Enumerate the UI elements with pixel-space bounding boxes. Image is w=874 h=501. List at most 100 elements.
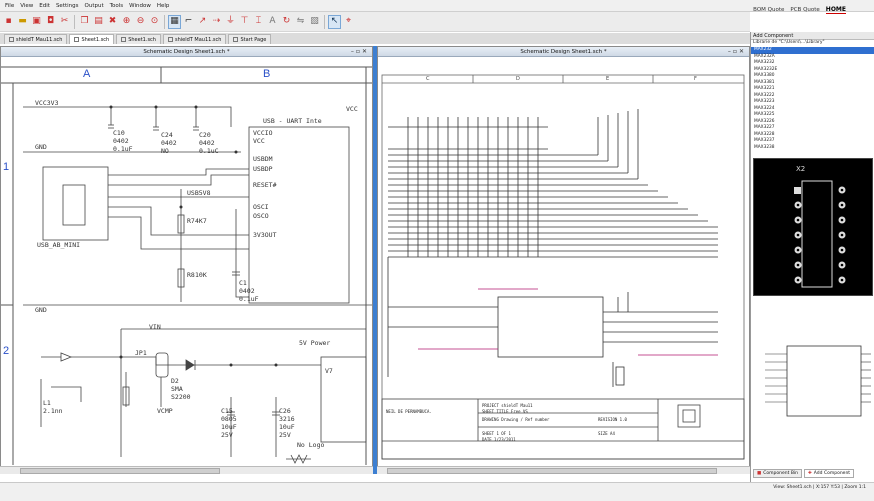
section-title: 5V Power (299, 339, 331, 347)
net-label: VCMP (157, 407, 173, 415)
bin-icon: ■ (757, 470, 762, 476)
new-file-icon[interactable]: ▪ (2, 15, 15, 29)
menu-file[interactable]: File (2, 3, 17, 9)
component-ref: R7 (187, 217, 195, 225)
pcb-quote-link[interactable]: PCB Quote (790, 7, 819, 13)
status-bar: View: Sheet1.sch | X:157 Y:53 | Zoom 1:1 (0, 482, 874, 501)
net-label: GND (35, 143, 47, 151)
pane-title-bar: Schematic Design Sheet1.sch * –▫✕ (378, 47, 749, 57)
tab-start-page[interactable]: Start Page (228, 34, 272, 44)
quote-links: BOM Quote PCB Quote HOME (753, 6, 846, 14)
schematic-canvas[interactable]: C D E F NEIL DE PERNAMBUCA. PROJECT shie… (378, 57, 749, 465)
menu-view[interactable]: View (17, 3, 36, 9)
select-tool-icon[interactable]: ▦ (168, 14, 181, 29)
schematic-canvas[interactable]: A B 1 2 VCC3V3 GND GND USB_AB_MINI USB5V… (1, 57, 372, 465)
delete-icon[interactable]: ✖ (106, 15, 119, 29)
text-tool-icon[interactable]: A (266, 15, 279, 29)
zoom-in-icon[interactable]: ⊕ (120, 15, 133, 29)
tab-label: Sheet1.sch (81, 36, 110, 43)
pane-title-bar: Schematic Design Sheet1.sch * –▫✕ (1, 47, 372, 57)
zone-label-1: 1 (3, 161, 10, 173)
zoom-out-icon[interactable]: ⊖ (134, 15, 147, 29)
left-schematic-pane: Schematic Design Sheet1.sch * –▫✕ A B 1 … (0, 46, 373, 474)
component-value: SMA (171, 385, 183, 393)
left-horizontal-scrollbar[interactable] (0, 466, 373, 474)
measure-icon[interactable]: ⌖ (342, 15, 355, 29)
component-ref: C10 (113, 129, 125, 137)
menu-tools[interactable]: Tools (107, 3, 127, 9)
tab-document[interactable]: Sheet1.sch (69, 34, 115, 44)
tab-label: Component Bin (763, 470, 799, 476)
menu-edit[interactable]: Edit (36, 3, 53, 9)
print-icon[interactable]: ◘ (44, 15, 57, 29)
bom-quote-link[interactable]: BOM Quote (753, 7, 784, 13)
pin-label: VCC (253, 137, 265, 145)
column-label: F (694, 76, 697, 82)
list-item[interactable]: MAX3238 (751, 145, 874, 152)
window-controls-icon[interactable]: –▫✕ (351, 48, 369, 55)
pane-title: Schematic Design Sheet1.sch * (143, 48, 230, 55)
pin-label: OSCI (253, 203, 269, 211)
net-label: GND (35, 306, 47, 314)
component-value: 0402 (161, 139, 177, 147)
image-icon[interactable]: ▧ (308, 15, 321, 29)
window-controls-icon[interactable]: –▫✕ (728, 48, 746, 55)
component-ref: R8 (187, 271, 195, 279)
component-value: 0.1uF (113, 145, 133, 153)
footprint-preview: X2 (753, 158, 873, 296)
component-ref: D2 (171, 377, 179, 385)
mirror-icon[interactable]: ⇋ (294, 15, 307, 29)
pin-label: USBDP (253, 165, 273, 173)
menu-window[interactable]: Window (126, 3, 154, 9)
right-schematic-pane: Schematic Design Sheet1.sch * –▫✕ C D E … (377, 46, 750, 474)
ground-tool-icon[interactable]: ⏚ (224, 15, 237, 29)
panel-tabs: ■ Component Bin ✚ Add Component (751, 468, 874, 478)
component-list[interactable]: MAX232 MAX232A MAX3232 MAX3232E MAX3380 … (751, 47, 874, 151)
open-folder-icon[interactable]: ▬ (16, 15, 29, 29)
status-text: View: Sheet1.sch | X:157 Y:53 | Zoom 1:1 (773, 485, 866, 490)
menu-help[interactable]: Help (154, 3, 173, 9)
main-toolbar: ▪ ▬ ▣ ◘ ✂ ❐ ▤ ✖ ⊕ ⊖ ⊙ ▦ ⌐ ↗ ⇢ ⏚ ⊤ ⌶ A ↻ … (0, 12, 750, 32)
tab-component-bin[interactable]: ■ Component Bin (753, 468, 803, 478)
bus-tool-icon[interactable]: ↗ (196, 15, 209, 29)
tab-document[interactable]: Sheet1.sch (116, 34, 161, 44)
ic-title: USB - UART Inte (263, 117, 322, 125)
cut-icon[interactable]: ✂ (58, 15, 71, 29)
footprint-drawing: X2 (794, 165, 846, 288)
save-icon[interactable]: ▣ (30, 15, 43, 29)
column-label: D (516, 76, 520, 82)
net-label: VCC3V3 (35, 99, 59, 107)
component-value: 25V (279, 431, 291, 439)
netlabel-tool-icon[interactable]: ⇢ (210, 15, 223, 29)
component-value: 0402 (199, 139, 215, 147)
tab-add-component[interactable]: ✚ Add Component (804, 468, 855, 478)
menu-bar: File View Edit Settings Output Tools Win… (0, 0, 874, 12)
zoom-fit-icon[interactable]: ⊙ (148, 15, 161, 29)
zone-label-2: 2 (3, 345, 10, 357)
scroll-thumb[interactable] (20, 468, 220, 474)
rotate-icon[interactable]: ↻ (280, 15, 293, 29)
paste-icon[interactable]: ▤ (92, 15, 105, 29)
scroll-thumb[interactable] (387, 468, 717, 474)
wire-tool-icon[interactable]: ⌐ (182, 15, 195, 29)
add-icon: ✚ (808, 470, 812, 476)
title-block-project: PROJECT shieldT Mau11 (482, 403, 533, 408)
menu-settings[interactable]: Settings (53, 3, 82, 9)
copy-icon[interactable]: ❐ (78, 15, 91, 29)
pin-label: OSCO (253, 212, 269, 220)
library-path[interactable]: Librarie de "C:\Users\...\Library" (751, 40, 874, 47)
schematic-icon (74, 37, 80, 42)
component-tool-icon[interactable]: ⌶ (252, 15, 265, 29)
tab-document[interactable]: shieldT Mau11.sch (162, 34, 227, 44)
right-horizontal-scrollbar[interactable] (377, 466, 750, 474)
add-component-panel: Add Component Librarie de "C:\Users\...\… (750, 32, 874, 482)
power-tool-icon[interactable]: ⊤ (238, 15, 251, 29)
menu-output[interactable]: Output (82, 3, 107, 9)
tab-document[interactable]: shieldT Mau11.sch (4, 34, 68, 44)
pin-label: VCCIO (253, 129, 273, 137)
pointer-icon[interactable]: ↖ (328, 14, 341, 29)
schematic-icon (9, 37, 14, 42)
component-ref: C20 (199, 131, 211, 139)
component-value: 0402 (239, 287, 255, 295)
component-ref: V7 (325, 367, 333, 375)
